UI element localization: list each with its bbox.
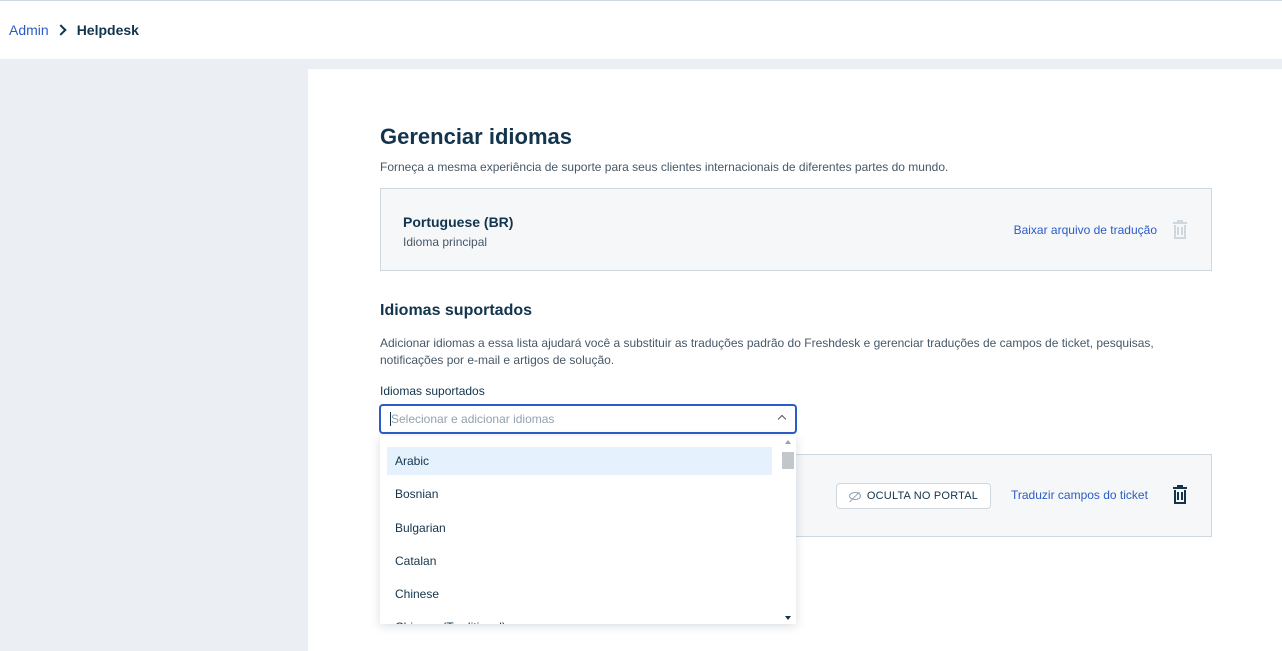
language-option-chinese[interactable]: Chinese	[387, 580, 772, 608]
dropdown-scrollbar[interactable]	[780, 436, 796, 624]
top-bar: Admin Helpdesk	[0, 0, 1282, 59]
supported-languages-description: Adicionar idiomas a essa lista ajudará v…	[380, 336, 1154, 367]
language-search-input[interactable]	[391, 406, 761, 432]
delete-language-trash-icon[interactable]	[1173, 485, 1187, 504]
primary-language-subtitle: Idioma principal	[403, 235, 488, 249]
hidden-in-portal-label: OCULTA NO PORTAL	[866, 490, 979, 502]
supported-languages-title: Idiomas suportados	[380, 302, 533, 319]
hidden-in-portal-button[interactable]: OCULTA NO PORTAL	[836, 483, 991, 509]
trash-icon	[1173, 220, 1187, 239]
breadcrumb-current: Helpdesk	[76, 22, 139, 38]
download-translation-link[interactable]: Baixar arquivo de tradução	[1014, 223, 1157, 237]
scroll-thumb[interactable]	[782, 452, 794, 469]
translate-ticket-fields-link[interactable]: Traduzir campos do ticket	[1011, 488, 1148, 502]
scroll-down-arrow-icon[interactable]	[785, 616, 791, 620]
left-pane	[0, 69, 308, 651]
language-dropdown: Arabic Bosnian Bulgarian Catalan Chinese…	[380, 436, 796, 624]
chevron-up-icon[interactable]	[777, 414, 787, 424]
language-option-catalan[interactable]: Catalan	[387, 547, 772, 575]
primary-language-name: Portuguese (BR)	[403, 214, 514, 230]
eye-off-icon	[848, 492, 861, 500]
language-option-chinese-traditional[interactable]: Chinese (Traditional)	[387, 613, 772, 624]
chevron-right-icon	[55, 24, 67, 36]
language-option-bosnian[interactable]: Bosnian	[387, 480, 772, 508]
page-description: Forneça a mesma experiência de suporte p…	[380, 160, 949, 174]
language-option-arabic[interactable]: Arabic	[387, 447, 772, 475]
page-title: Gerenciar idiomas	[380, 124, 572, 149]
language-select[interactable]	[379, 404, 797, 434]
breadcrumb-admin-link[interactable]: Admin	[9, 22, 49, 38]
scroll-up-arrow-icon[interactable]	[785, 440, 791, 444]
language-option-bulgarian[interactable]: Bulgarian	[387, 514, 772, 542]
supported-languages-field-label: Idiomas suportados	[380, 384, 485, 398]
primary-language-card: Portuguese (BR) Idioma principal Baixar …	[380, 188, 1212, 271]
